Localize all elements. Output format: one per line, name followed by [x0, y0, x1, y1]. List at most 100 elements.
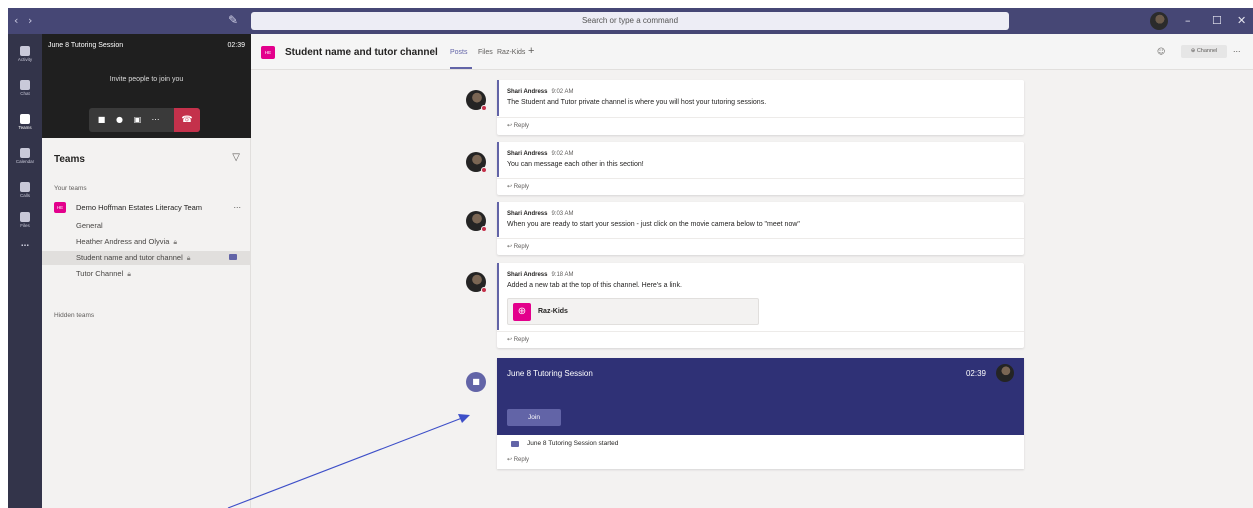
channel-name: Heather Andress and Olyvia 🔒︎ — [76, 237, 178, 246]
teams-heading: Teams — [54, 154, 85, 165]
maximize-button[interactable]: ☐ — [1212, 14, 1222, 27]
post-author: Shari Andress 9:02 AM — [507, 89, 574, 95]
post-divider — [497, 117, 1024, 118]
reply-button[interactable]: ↩ Reply — [507, 243, 529, 250]
channel-item-student-name-and-tutor-channel[interactable]: Student name and tutor channel 🔒︎ — [42, 251, 251, 265]
author-avatar[interactable] — [466, 90, 487, 111]
hidden-teams-link[interactable]: Hidden teams — [54, 312, 94, 319]
meeting-timer: 02:39 — [227, 42, 245, 49]
author-avatar[interactable] — [466, 272, 487, 293]
rail-item-calendar[interactable]: Calendar — [8, 142, 42, 172]
tab-posts[interactable]: Posts — [450, 49, 468, 56]
search-input[interactable]: Search or type a command — [251, 12, 1009, 30]
rail-item-label: Chat — [20, 91, 30, 96]
tab-link-card[interactable]: ⊕ Raz-Kids — [507, 298, 759, 325]
meeting-started-text: June 8 Tutoring Session started — [527, 440, 619, 447]
lock-icon: 🔒︎ — [173, 239, 178, 246]
post-accent-bar — [497, 80, 499, 116]
join-button[interactable]: Join — [507, 409, 561, 426]
post-time: 9:02 AM — [551, 89, 574, 95]
channel-item-heather-andress-and-olyvia[interactable]: Heather Andress and Olyvia 🔒︎ — [42, 235, 251, 249]
post-time: 9:03 AM — [551, 211, 574, 217]
channel-name: General — [76, 221, 103, 230]
chat-icon — [20, 80, 30, 90]
video-camera-icon: ■ — [466, 372, 486, 392]
add-tab-button[interactable]: + — [528, 45, 534, 57]
calendar-icon — [20, 148, 30, 158]
reply-button[interactable]: ↩ Reply — [507, 122, 529, 129]
share-screen-icon[interactable]: ▣ — [129, 108, 146, 132]
meeting-mini-window: June 8 Tutoring Session 02:39 Invite peo… — [42, 34, 251, 138]
rail-item-label: Activity — [17, 57, 33, 62]
bell-icon — [20, 46, 30, 56]
post-accent-bar — [497, 142, 499, 177]
channel-item-tutor-channel[interactable]: Tutor Channel 🔒︎ — [42, 267, 251, 281]
rail-item-teams[interactable]: Teams — [8, 108, 42, 138]
team-avatar: HE — [54, 202, 66, 213]
tab-files[interactable]: Files — [478, 49, 493, 56]
phone-icon — [20, 182, 30, 192]
post-body: The Student and Tutor private channel is… — [507, 99, 767, 106]
channel-item-general[interactable]: General — [42, 219, 251, 233]
reply-button[interactable]: ↩ Reply — [507, 456, 529, 463]
meeting-card-banner: June 8 Tutoring Session 02:39 Join — [497, 358, 1024, 435]
post-divider — [497, 178, 1024, 179]
post-divider — [497, 238, 1024, 239]
chevron-right-icon[interactable]: › — [28, 14, 32, 27]
channel-header: HE Student name and tutor channel Posts … — [251, 34, 1253, 70]
channel-title: Student name and tutor channel — [285, 47, 438, 58]
channel-name: Tutor Channel 🔒︎ — [76, 269, 131, 278]
close-button[interactable]: ✕ — [1237, 14, 1246, 27]
teams-app-window: ‹ › ✎ Search or type a command – ☐ ✕ Act… — [8, 8, 1253, 508]
post-author: Shari Andress 9:18 AM — [507, 272, 574, 278]
rail-item-label: Teams — [18, 125, 32, 130]
link-title: Raz-Kids — [538, 308, 568, 315]
compose-icon[interactable]: ✎ — [228, 13, 238, 27]
camera-icon[interactable]: ■ — [93, 108, 110, 132]
post-time: 9:18 AM — [551, 272, 574, 278]
post-accent-bar — [497, 202, 499, 237]
author-avatar[interactable] — [466, 211, 487, 232]
more-options-icon[interactable]: ⋯ — [147, 108, 164, 132]
rail-item-files[interactable]: Files — [8, 206, 42, 236]
post-author: Shari Andress 9:03 AM — [507, 211, 574, 217]
teams-icon — [20, 114, 30, 124]
post-body: Added a new tab at the top of this chann… — [507, 282, 682, 289]
post-accent-bar — [497, 263, 499, 330]
meeting-card-timer: 02:39 — [965, 369, 986, 378]
rail-item-label: Calls — [19, 193, 30, 198]
post-card: Shari Andress 9:02 AM The Student and Tut… — [497, 80, 1024, 135]
reply-button[interactable]: ↩ Reply — [507, 336, 529, 343]
team-name: Demo Hoffman Estates Literacy Team — [76, 203, 203, 212]
post-body: When you are ready to start your session… — [507, 221, 800, 228]
tab-raz-kids[interactable]: Raz-Kids — [497, 49, 525, 56]
reply-button[interactable]: ↩ Reply — [507, 183, 529, 190]
author-avatar[interactable] — [466, 152, 487, 173]
post-card: Shari Andress 9:18 AM Added a new tab at … — [497, 263, 1024, 348]
filter-icon[interactable]: ▽ — [232, 152, 240, 163]
people-icon[interactable]: ☺ — [1157, 47, 1165, 56]
rail-item-chat[interactable]: Chat — [8, 74, 42, 104]
post-card: Shari Andress 9:03 AM When you are ready … — [497, 202, 1024, 255]
team-more-options-button[interactable]: ... — [233, 200, 241, 210]
status-indicator — [481, 287, 487, 293]
chevron-left-icon[interactable]: ‹ — [14, 14, 18, 27]
lock-icon: 🔒︎ — [127, 271, 131, 278]
hang-up-button[interactable]: ☎ — [174, 108, 200, 132]
team-item[interactable]: HE Demo Hoffman Estates Literacy Team ..… — [42, 200, 251, 216]
microphone-icon[interactable]: ● — [111, 108, 128, 132]
post-body: You can message each other in this secti… — [507, 161, 644, 168]
call-controls: ■ ● ▣ ⋯ ☎ — [89, 108, 200, 132]
post-divider — [497, 331, 1024, 332]
more-apps-icon[interactable]: ... — [8, 238, 42, 249]
post-author: Shari Andress 9:02 AM — [507, 151, 574, 157]
rail-item-activity[interactable]: Activity — [8, 40, 42, 70]
more-options-button[interactable]: ... — [1233, 44, 1241, 54]
title-bar: ‹ › ✎ Search or type a command – ☐ ✕ — [8, 8, 1253, 34]
meeting-title: June 8 Tutoring Session — [48, 42, 124, 49]
status-indicator — [481, 167, 487, 173]
profile-avatar[interactable] — [1150, 12, 1168, 30]
rail-item-calls[interactable]: Calls — [8, 176, 42, 206]
minimize-button[interactable]: – — [1185, 14, 1191, 27]
channel-info-button[interactable]: ⊕ Channel — [1181, 45, 1227, 58]
